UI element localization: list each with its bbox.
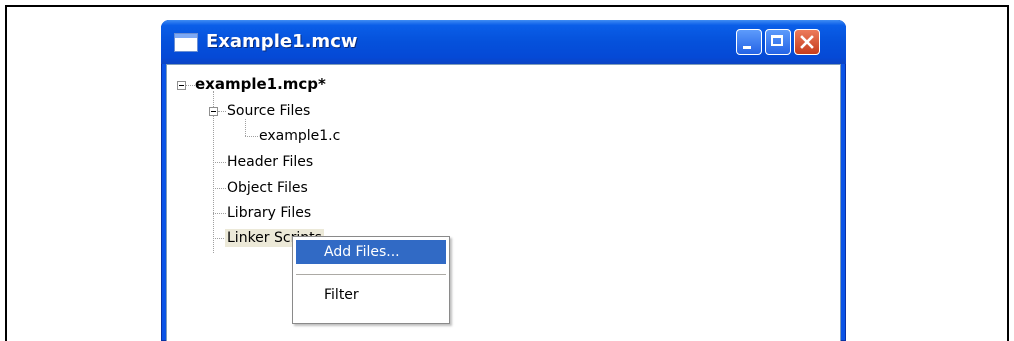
- tree-item-file[interactable]: example1.c: [259, 127, 340, 145]
- context-menu: Add Files... Filter: [292, 236, 450, 324]
- window-icon: [174, 33, 198, 52]
- menu-item-filter[interactable]: Filter: [296, 283, 446, 307]
- tree-item-object-files[interactable]: Object Files: [227, 179, 308, 197]
- tree-item-library-files[interactable]: Library Files: [227, 204, 311, 222]
- minimize-button[interactable]: [736, 29, 762, 55]
- close-button[interactable]: [794, 29, 820, 55]
- source-files-collapse-icon[interactable]: [209, 107, 218, 116]
- tree-root-project[interactable]: example1.mcp*: [195, 75, 326, 93]
- tree-item-header-files[interactable]: Header Files: [227, 153, 313, 171]
- menu-separator: [296, 274, 446, 275]
- workspace-window: Example1.mcw example1.mcp* Source Files …: [161, 20, 846, 341]
- menu-item-add-files[interactable]: Add Files...: [296, 240, 446, 264]
- window-title: Example1.mcw: [206, 31, 358, 52]
- title-bar[interactable]: Example1.mcw: [161, 20, 846, 64]
- project-tree-panel: example1.mcp* Source Files example1.c He…: [166, 64, 841, 341]
- close-icon: [800, 35, 814, 49]
- project-tree: example1.mcp* Source Files example1.c He…: [167, 65, 840, 341]
- root-collapse-icon[interactable]: [177, 81, 186, 90]
- tree-item-source-files[interactable]: Source Files: [227, 102, 310, 120]
- maximize-button[interactable]: [765, 29, 791, 55]
